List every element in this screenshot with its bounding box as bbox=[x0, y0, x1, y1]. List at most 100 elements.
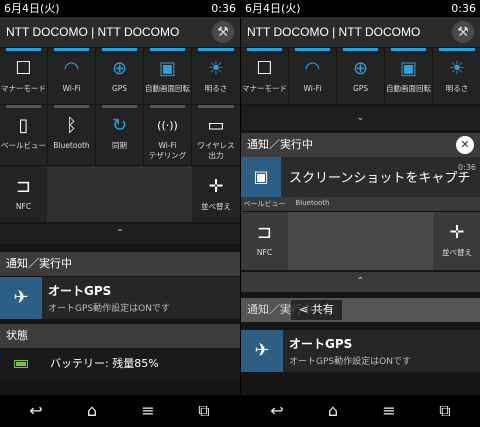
tile-label: Wi-Fi bbox=[62, 84, 81, 93]
auto-gps-notification[interactable]: ✈ オートGPS オートGPS動作設定はONです bbox=[241, 330, 480, 372]
tile-manner-mode[interactable]: ☐ マナーモード bbox=[0, 48, 47, 104]
tile-label: NFC bbox=[15, 202, 32, 211]
tile-label: GPS bbox=[111, 84, 128, 93]
recent-apps-icon[interactable]: ⧉ bbox=[433, 399, 457, 423]
tile-gps[interactable]: ⊕ GPS bbox=[96, 48, 143, 104]
expand-toggle[interactable]: ⌃ bbox=[241, 272, 480, 292]
back-icon[interactable]: ↩ bbox=[265, 399, 289, 423]
tile-manner-mode[interactable]: ☐ マナーモード bbox=[241, 48, 288, 104]
rotate-icon: ▣ bbox=[158, 58, 176, 79]
tile-sync[interactable]: ↻ 同期 bbox=[96, 105, 143, 165]
carrier-label: NTT DOCOMO | NTT DOCOMO bbox=[247, 25, 421, 39]
tile-veil-view[interactable]: ▯ ベールビュー bbox=[0, 105, 47, 165]
status-bar: 6月4日(火) 0:36 bbox=[241, 0, 480, 17]
expand-toggle[interactable]: ⌃ bbox=[0, 224, 240, 244]
brightness-icon: ☀ bbox=[207, 58, 225, 79]
tile-label: 明るさ bbox=[445, 84, 469, 93]
ongoing-header-dimmed: 通知／実行中 bbox=[241, 298, 480, 322]
status-time: 0:36 bbox=[451, 2, 476, 15]
chevron-up-icon: ⌃ bbox=[115, 228, 125, 239]
veilview-icon: ▯ bbox=[18, 115, 29, 136]
chevron-down-icon: ⌄ bbox=[356, 112, 365, 123]
tile-label: 自動画面回転 bbox=[145, 84, 190, 93]
close-icon[interactable]: ✕ bbox=[456, 136, 474, 154]
notification-time: 0:36 bbox=[458, 163, 476, 172]
nfc-icon: ⊐ bbox=[15, 176, 32, 197]
home-icon[interactable]: ⌂ bbox=[80, 399, 104, 423]
nav-bar: ↩ ⌂ ≡ ⧉ bbox=[241, 395, 480, 427]
settings-wrench-icon[interactable]: ⚒ bbox=[452, 21, 474, 43]
carrier-bar: NTT DOCOMO | NTT DOCOMO ⚒ bbox=[0, 17, 240, 47]
tile-rearrange[interactable]: ✛ 並べ替え bbox=[192, 166, 240, 222]
quick-settings-row1: ☐ マナーモード ◠ Wi-Fi ⊕ GPS ▣ 自動画面回転 ☀ 明るさ bbox=[0, 48, 240, 104]
notification-title: オートGPS bbox=[48, 284, 112, 298]
tile-label: マナーモード bbox=[242, 84, 287, 93]
tile-label: 並べ替え bbox=[201, 202, 231, 211]
menu-icon[interactable]: ≡ bbox=[377, 399, 401, 423]
notification-title: オートGPS bbox=[289, 337, 353, 351]
manner-icon: ☐ bbox=[256, 58, 273, 79]
tile-label: GPS bbox=[352, 84, 369, 93]
auto-gps-notification[interactable]: ✈ オートGPS オートGPS動作設定はONです bbox=[0, 277, 240, 319]
tile-bluetooth[interactable]: ᛒ Bluetooth bbox=[48, 105, 95, 165]
tile-indicator bbox=[343, 48, 378, 51]
quick-settings-row3: ⊐ NFC ✛ 並べ替え bbox=[0, 166, 240, 222]
tile-wifi[interactable]: ◠ Wi-Fi bbox=[289, 48, 336, 104]
screenshot-notification[interactable]: ▣ スクリーンショットをキャプチ 0:36 bbox=[241, 157, 480, 197]
wifi-icon: ◠ bbox=[304, 58, 321, 79]
rotate-icon: ▣ bbox=[399, 58, 417, 79]
tile-indicator bbox=[295, 48, 330, 51]
battery-label: バッテリー: 残量85% bbox=[50, 357, 159, 370]
settings-wrench-icon[interactable]: ⚒ bbox=[212, 21, 234, 43]
satellite-icon: ✈ bbox=[0, 277, 42, 319]
battery-icon bbox=[14, 360, 28, 368]
tile-label: ベールビュー bbox=[243, 200, 286, 208]
notification-title: スクリーンショットをキャプチ bbox=[289, 171, 471, 186]
tile-wifi-tethering[interactable]: ((·)) Wi-Fi テザリング bbox=[144, 105, 191, 165]
carrier-label: NTT DOCOMO | NTT DOCOMO bbox=[6, 25, 180, 39]
tile-nfc[interactable]: ⊐ NFC bbox=[0, 166, 47, 222]
status-date: 6月4日(火) bbox=[245, 2, 301, 15]
chevron-up-icon: ⌃ bbox=[356, 276, 365, 287]
wifi-icon: ◠ bbox=[63, 58, 80, 79]
home-icon[interactable]: ⌂ bbox=[321, 399, 345, 423]
tile-brightness[interactable]: ☀ 明るさ bbox=[433, 48, 480, 104]
back-icon[interactable]: ↩ bbox=[24, 399, 48, 423]
tile-label: Wi-Fi bbox=[303, 84, 322, 93]
tile-indicator bbox=[198, 48, 234, 51]
recent-apps-icon[interactable]: ⧉ bbox=[192, 399, 216, 423]
tile-wireless-output[interactable]: ▭ ワイヤレス 出力 bbox=[192, 105, 240, 165]
share-action[interactable]: ⋖ 共有 bbox=[291, 300, 342, 320]
tile-indicator bbox=[6, 48, 41, 51]
dimmed-quick-settings-row3: ⊐ NFC ✛ 並べ替え bbox=[241, 212, 480, 270]
sync-icon: ↻ bbox=[111, 115, 128, 136]
state-header: 状態 bbox=[0, 324, 240, 348]
menu-icon[interactable]: ≡ bbox=[136, 399, 160, 423]
tile-auto-rotate[interactable]: ▣ 自動画面回転 bbox=[144, 48, 191, 104]
notification-subtitle: オートGPS動作設定はONです bbox=[289, 357, 411, 367]
status-time: 0:36 bbox=[211, 2, 236, 15]
tile-label: ベールビュー bbox=[1, 141, 46, 150]
collapse-toggle[interactable]: ⌄ bbox=[241, 106, 480, 130]
tile-indicator bbox=[54, 105, 89, 108]
tile-indicator bbox=[54, 48, 89, 51]
tile-gps[interactable]: ⊕ GPS bbox=[337, 48, 384, 104]
battery-row: バッテリー: 残量85% bbox=[0, 349, 240, 379]
tile-label: Bluetooth bbox=[53, 141, 90, 150]
right-screen: 6月4日(火) 0:36 NTT DOCOMO | NTT DOCOMO ⚒ ☐… bbox=[240, 0, 480, 427]
gps-icon: ⊕ bbox=[352, 58, 369, 79]
dimmed-tile-labels: ベールビュー Bluetooth bbox=[241, 197, 480, 211]
tile-label: 自動画面回転 bbox=[386, 84, 431, 93]
tile-nfc[interactable]: ⊐ NFC bbox=[241, 212, 288, 270]
tile-brightness[interactable]: ☀ 明るさ bbox=[192, 48, 240, 104]
tile-indicator bbox=[247, 48, 282, 51]
quick-settings-row2: ▯ ベールビュー ᛒ Bluetooth ↻ 同期 ((·)) Wi-Fi テザ… bbox=[0, 105, 240, 165]
tile-label: 明るさ bbox=[204, 84, 228, 93]
tile-auto-rotate[interactable]: ▣ 自動画面回転 bbox=[385, 48, 432, 104]
tile-label: 同期 bbox=[112, 141, 127, 150]
tile-rearrange[interactable]: ✛ 並べ替え bbox=[433, 212, 480, 270]
nav-bar: ↩ ⌂ ≡ ⧉ bbox=[0, 395, 240, 427]
tile-indicator bbox=[391, 48, 426, 51]
tile-wifi[interactable]: ◠ Wi-Fi bbox=[48, 48, 95, 104]
satellite-icon: ✈ bbox=[241, 330, 283, 372]
